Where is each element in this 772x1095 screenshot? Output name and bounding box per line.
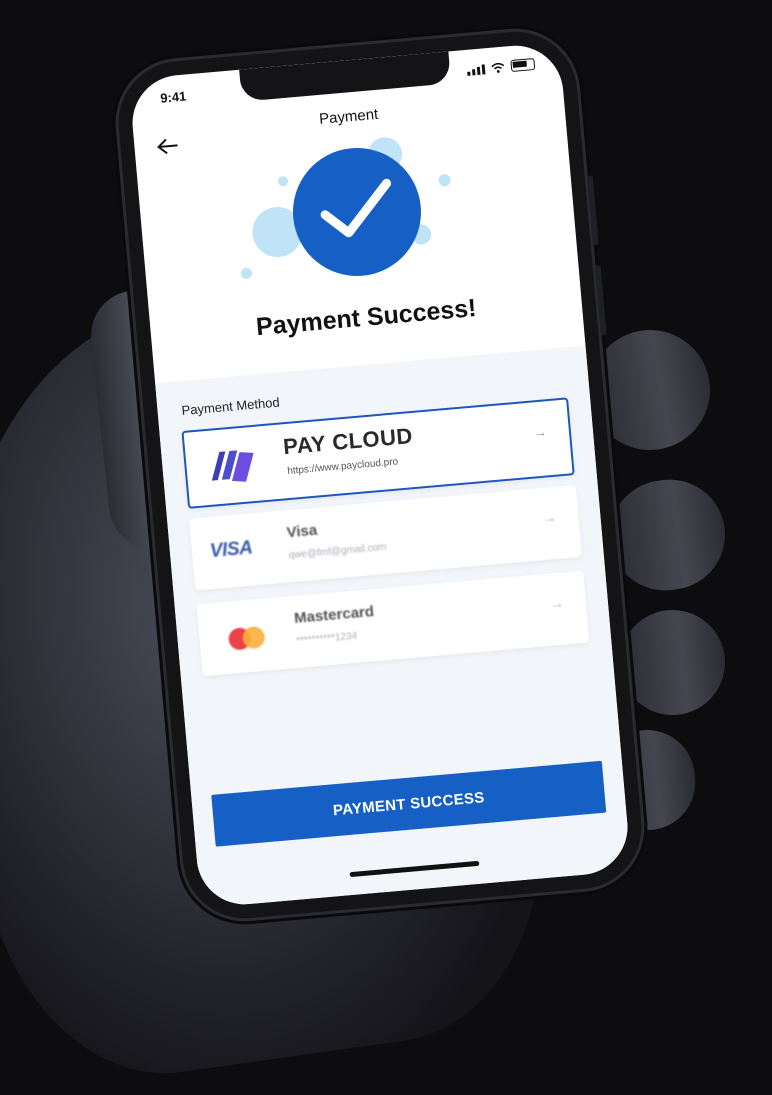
- arrow-left-icon[interactable]: [156, 135, 180, 161]
- phone-frame: 9:41 Payment Payment Success! Payment Me…: [113, 26, 647, 924]
- payment-option-mastercard[interactable]: Mastercard **********1234 →: [196, 570, 590, 677]
- bubble-decoration: [438, 173, 452, 187]
- phone: 9:41 Payment Payment Success! Payment Me…: [113, 26, 647, 924]
- finger: [602, 472, 733, 598]
- arrow-right-icon: →: [541, 508, 558, 526]
- payment-option-name: Visa: [285, 521, 318, 542]
- success-title: Payment Success!: [254, 294, 478, 342]
- payment-option-detail: https://www.paycloud.pro: [286, 456, 399, 478]
- payment-option-name: Mastercard: [293, 603, 375, 627]
- bubble-decoration: [277, 175, 289, 187]
- page-title: Payment: [318, 105, 379, 128]
- arrow-right-icon: →: [532, 423, 548, 441]
- payment-panel: Payment Method PAY CLOUD https://www.pay…: [155, 345, 632, 909]
- bubble-decoration: [240, 267, 253, 280]
- paycloud-logo: [211, 450, 254, 482]
- mastercard-logo: [228, 626, 265, 650]
- notch: [239, 51, 452, 102]
- visa-logo: VISA: [209, 537, 254, 563]
- payment-option-name: PAY CLOUD: [282, 423, 414, 460]
- payment-option-detail: qwe@fmf@gmail.com: [288, 541, 387, 562]
- checkmark-icon: [320, 178, 392, 238]
- wifi-icon: [491, 62, 505, 73]
- arrow-right-icon: →: [549, 594, 565, 612]
- success-badge: [287, 142, 427, 282]
- finger: [614, 604, 731, 721]
- status-icons: [466, 57, 536, 76]
- side-button: [586, 175, 599, 246]
- screen: 9:41 Payment Payment Success! Payment Me…: [128, 41, 632, 909]
- status-time: 9:41: [159, 88, 187, 106]
- battery-icon: [510, 57, 536, 73]
- payment-success-button[interactable]: PAYMENT SUCCESS: [211, 760, 607, 847]
- signal-icon: [467, 64, 486, 76]
- payment-method-label: Payment Method: [180, 394, 281, 419]
- payment-option-detail: **********1234: [295, 630, 358, 647]
- side-button: [594, 264, 607, 336]
